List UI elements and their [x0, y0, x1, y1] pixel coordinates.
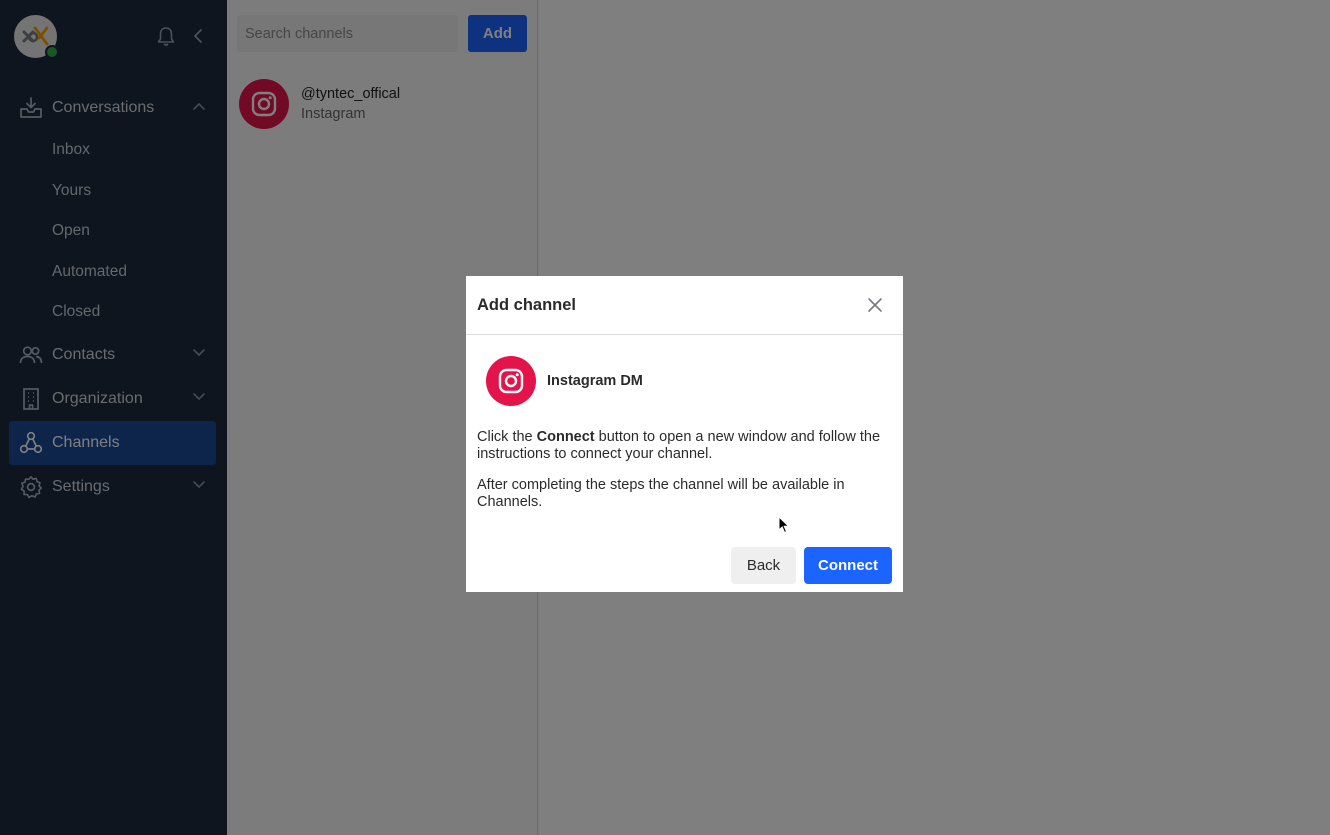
dialog-header: Add channel — [466, 276, 903, 335]
instagram-icon — [498, 368, 524, 394]
dialog-title: Add channel — [477, 296, 577, 314]
add-channel-dialog: Add channel Instagram DM Click the Conne… — [466, 276, 903, 592]
availability-text: After completing the steps the channel w… — [477, 477, 845, 510]
channel-name: Instagram DM — [547, 373, 643, 389]
connect-button[interactable]: Connect — [804, 547, 892, 584]
close-icon[interactable] — [867, 297, 883, 313]
instagram-avatar — [486, 356, 536, 406]
instructions-text-bold: Connect — [536, 429, 595, 445]
instructions-text: Click the Connect button to open a new w… — [477, 429, 892, 463]
mouse-cursor-icon — [778, 516, 790, 534]
instructions-text-pre: Click the — [477, 429, 537, 445]
back-button[interactable]: Back — [731, 547, 796, 584]
